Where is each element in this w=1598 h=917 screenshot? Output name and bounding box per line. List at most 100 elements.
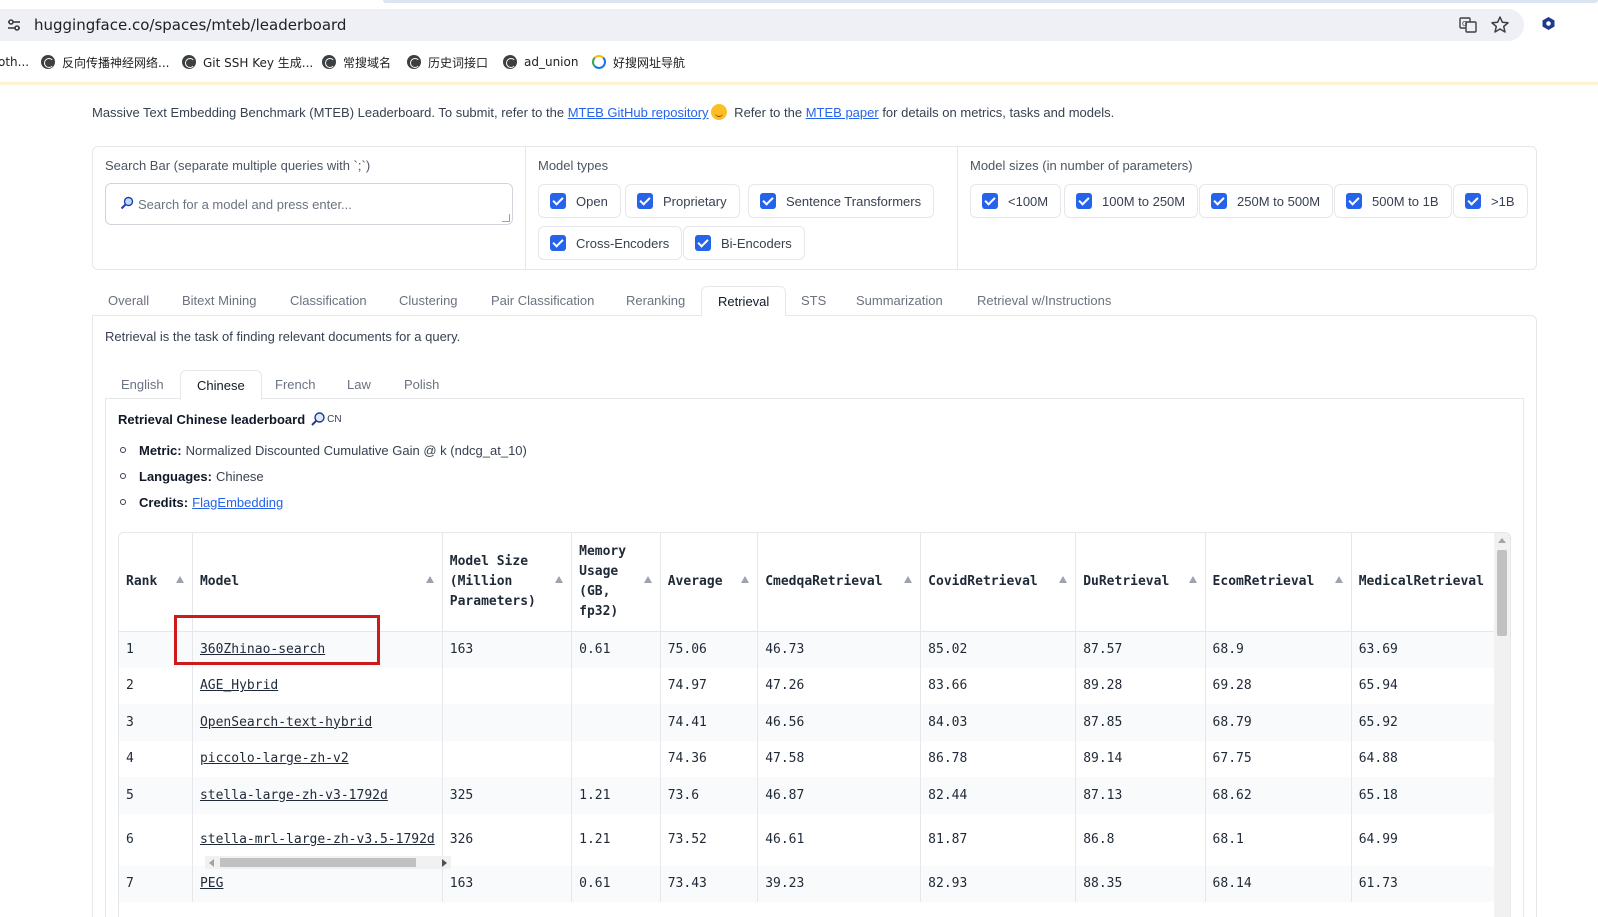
column-header-average[interactable]: Average xyxy=(660,533,759,632)
checkbox-open[interactable]: Open xyxy=(538,184,621,218)
table-cell: 85.02 xyxy=(920,631,1077,668)
model-link[interactable]: stella-mrl-large-zh-v3.5-1792d xyxy=(200,832,435,847)
column-header-cmedqa[interactable]: CmedqaRetrieval xyxy=(757,533,922,632)
tab-strip xyxy=(0,0,1598,4)
tab-bitext-mining[interactable]: Bitext Mining xyxy=(166,286,272,315)
checkbox-checked-icon[interactable] xyxy=(637,193,653,209)
address-bar[interactable]: huggingface.co/spaces/mteb/leaderboard G xyxy=(0,9,1524,41)
column-header-model-size[interactable]: Model Size (Million Parameters) xyxy=(442,533,573,632)
subtab-french[interactable]: French xyxy=(259,370,331,399)
translate-icon[interactable]: G xyxy=(1458,15,1478,35)
tab-overall[interactable]: Overall xyxy=(92,286,165,315)
url-text[interactable]: huggingface.co/spaces/mteb/leaderboard xyxy=(34,16,346,34)
tab-retrieval-instructions[interactable]: Retrieval w/Instructions xyxy=(961,286,1127,315)
table-cell xyxy=(442,704,573,741)
paper-link[interactable]: MTEB paper xyxy=(806,105,879,120)
bookmark-star-icon[interactable] xyxy=(1490,15,1510,35)
checkbox-proprietary[interactable]: Proprietary xyxy=(625,184,740,218)
search-box[interactable] xyxy=(105,183,513,225)
bookmark-item[interactable]: 常搜域名 xyxy=(322,53,391,71)
bookmark-item[interactable]: ad_union xyxy=(503,53,578,71)
subtab-english[interactable]: English xyxy=(105,370,180,399)
tab-retrieval[interactable]: Retrieval xyxy=(701,286,787,316)
checkbox-size-250m-500m[interactable]: 250M to 500M xyxy=(1199,184,1334,218)
leaderboard-table: Rank Model Model Size (Million Parameter… xyxy=(119,533,1510,902)
subtab-chinese[interactable]: Chinese xyxy=(180,370,262,400)
checkbox-checked-icon[interactable] xyxy=(1465,193,1481,209)
table-cell: 6 xyxy=(119,813,193,866)
model-link[interactable]: piccolo-large-zh-v2 xyxy=(200,751,349,766)
bookmark-item[interactable]: Git SSH Key 生成... xyxy=(182,53,313,71)
checkbox-size-under-100m[interactable]: <100M xyxy=(970,184,1062,218)
sort-icon[interactable] xyxy=(643,576,652,583)
sort-icon[interactable] xyxy=(175,576,184,583)
extension-icon[interactable] xyxy=(1541,16,1556,31)
checkbox-checked-icon[interactable] xyxy=(550,235,566,251)
tab-pair-classification[interactable]: Pair Classification xyxy=(475,286,610,315)
checkbox-sentence-transformers[interactable]: Sentence Transformers xyxy=(748,184,935,218)
model-column-horizontal-scrollbar[interactable] xyxy=(205,856,451,869)
checkbox-checked-icon[interactable] xyxy=(982,193,998,209)
checkbox-cross-encoders[interactable]: Cross-Encoders xyxy=(538,226,683,260)
column-header-ecom[interactable]: EcomRetrieval xyxy=(1205,533,1352,632)
checkbox-checked-icon[interactable] xyxy=(550,193,566,209)
model-link[interactable]: PEG xyxy=(200,876,223,891)
table-cell: 75.06 xyxy=(660,631,759,668)
column-header-model[interactable]: Model xyxy=(192,533,443,632)
leaderboard-table-container[interactable]: Rank Model Model Size (Million Parameter… xyxy=(118,532,1511,917)
bookmark-item[interactable]: oth... xyxy=(0,53,29,71)
sort-icon[interactable] xyxy=(1188,576,1197,583)
model-link[interactable]: OpenSearch-text-hybrid xyxy=(200,715,372,730)
tab-reranking[interactable]: Reranking xyxy=(610,286,701,315)
bookmark-item[interactable]: 好搜网址导航 xyxy=(592,53,685,71)
column-header-medical[interactable]: MedicalRetrieval xyxy=(1351,533,1510,632)
checkbox-size-over-1b[interactable]: >1B xyxy=(1453,184,1528,218)
bookmark-item[interactable]: 反向传播神经网络... xyxy=(41,53,169,71)
checkbox-checked-icon[interactable] xyxy=(760,193,776,209)
sort-icon[interactable] xyxy=(1059,576,1068,583)
checkbox-checked-icon[interactable] xyxy=(1211,193,1227,209)
resize-handle[interactable] xyxy=(502,214,510,222)
subtab-polish[interactable]: Polish xyxy=(388,370,455,399)
column-header-covid[interactable]: CovidRetrieval xyxy=(920,533,1077,632)
scrollbar-thumb[interactable] xyxy=(1497,550,1507,636)
table-cell xyxy=(571,667,661,704)
site-info-icon[interactable] xyxy=(6,17,22,33)
sort-icon[interactable] xyxy=(555,576,564,583)
column-header-du[interactable]: DuRetrieval xyxy=(1075,533,1206,632)
subtab-law[interactable]: Law xyxy=(331,370,387,399)
scroll-left-icon[interactable] xyxy=(209,859,214,867)
github-repo-link[interactable]: MTEB GitHub repository xyxy=(568,105,709,120)
sort-icon[interactable] xyxy=(741,576,750,583)
magnifier-icon xyxy=(311,412,325,426)
sort-icon[interactable] xyxy=(1334,576,1343,583)
checkbox-bi-encoders[interactable]: Bi-Encoders xyxy=(683,226,805,260)
search-input[interactable] xyxy=(138,195,498,213)
checkbox-checked-icon[interactable] xyxy=(1076,193,1092,209)
tab-classification[interactable]: Classification xyxy=(274,286,383,315)
model-link[interactable]: AGE_Hybrid xyxy=(200,678,278,693)
tab-sts[interactable]: STS xyxy=(785,286,842,315)
table-cell: 86.78 xyxy=(920,740,1077,777)
leaderboard-info-list: Metric: Normalized Discounted Cumulative … xyxy=(118,437,527,515)
column-header-memory-usage[interactable]: Memory Usage (GB, fp32) xyxy=(571,533,661,632)
bookmark-item[interactable]: 历史词接口 xyxy=(407,53,488,71)
vertical-scrollbar[interactable] xyxy=(1494,533,1510,917)
checkbox-size-100m-250m[interactable]: 100M to 250M xyxy=(1064,184,1199,218)
filters-panel: Search Bar (separate multiple queries wi… xyxy=(92,146,1537,270)
tab-clustering[interactable]: Clustering xyxy=(383,286,474,315)
credits-link[interactable]: FlagEmbedding xyxy=(192,495,283,510)
sort-icon[interactable] xyxy=(904,576,913,583)
sort-icon[interactable] xyxy=(425,576,434,583)
checkbox-checked-icon[interactable] xyxy=(1346,193,1362,209)
tab-summarization[interactable]: Summarization xyxy=(840,286,959,315)
scroll-up-icon[interactable] xyxy=(1498,538,1506,543)
checkbox-size-500m-1b[interactable]: 500M to 1B xyxy=(1334,184,1452,218)
model-link[interactable]: stella-large-zh-v3-1792d xyxy=(200,788,388,803)
model-link[interactable]: 360Zhinao-search xyxy=(200,642,325,657)
chinese-leaderboard-panel: Retrieval Chinese leaderboard CN Metric:… xyxy=(105,398,1524,917)
checkbox-checked-icon[interactable] xyxy=(695,235,711,251)
scrollbar-thumb[interactable] xyxy=(220,858,416,867)
scroll-right-icon[interactable] xyxy=(442,859,447,867)
column-header-rank[interactable]: Rank xyxy=(119,533,193,632)
